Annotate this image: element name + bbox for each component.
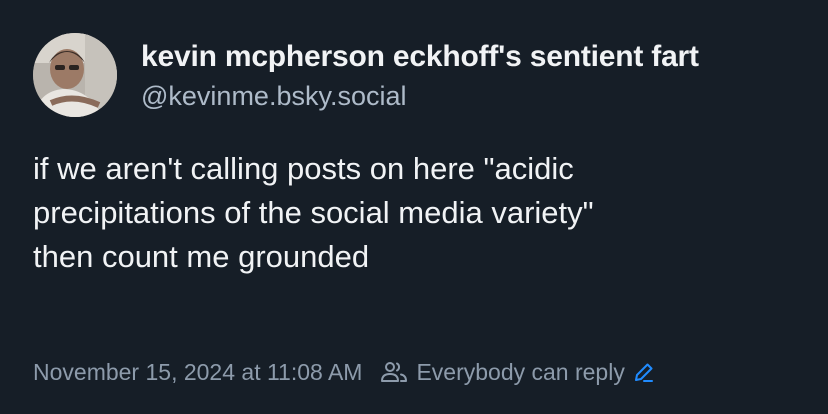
post-timestamp[interactable]: November 15, 2024 at 11:08 AM	[33, 359, 362, 386]
post-text-line: precipitations of the social media varie…	[33, 195, 594, 230]
post-text-line: if we aren't calling posts on here "acid…	[33, 151, 574, 186]
post-text-line: then count me grounded	[33, 239, 370, 274]
avatar-image	[33, 33, 117, 117]
reply-setting[interactable]: Everybody can reply	[380, 359, 654, 386]
post-text: if we aren't calling posts on here "acid…	[33, 147, 803, 279]
author-display-name[interactable]: kevin mcpherson eckhoff's sentient fart	[141, 38, 811, 76]
post-card: kevin mcpherson eckhoff's sentient fart …	[0, 0, 828, 414]
reply-setting-label: Everybody can reply	[416, 358, 625, 385]
author-handle[interactable]: @kevinme.bsky.social	[141, 78, 811, 114]
people-icon	[380, 360, 408, 384]
pencil-icon[interactable]	[633, 361, 655, 383]
post-meta: November 15, 2024 at 11:08 AM Everybody …	[33, 356, 655, 388]
avatar[interactable]	[33, 33, 117, 117]
author-block: kevin mcpherson eckhoff's sentient fart …	[141, 38, 811, 114]
